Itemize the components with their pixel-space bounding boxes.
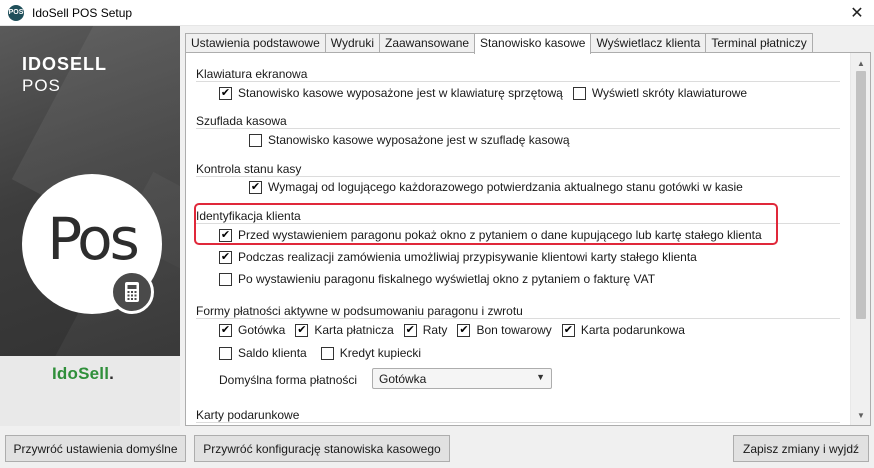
- scrollbar-thumb[interactable]: [856, 71, 866, 319]
- restore-defaults-button[interactable]: Przywróć ustawienia domyślne: [5, 435, 186, 462]
- section-title-client-identification: Identyfikacja klienta: [196, 209, 301, 223]
- section-divider: [196, 128, 840, 129]
- checkbox-label: Kredyt kupiecki: [339, 346, 422, 360]
- checkbox-label: Raty: [422, 323, 448, 337]
- default-payment-label: Domyślna forma płatności: [219, 373, 358, 387]
- chevron-down-icon: ▼: [536, 372, 545, 382]
- checkbox-label: Po wystawieniu paragonu fiskalnego wyświ…: [238, 272, 656, 286]
- checkbox-label: Wymagaj od logującego każdorazowego potw…: [268, 180, 743, 194]
- tab-ustawienia-podstawowe[interactable]: Ustawienia podstawowe: [185, 33, 326, 53]
- checkbox-label: Podczas realizacji zamówienia umożliwiaj…: [238, 250, 697, 264]
- title-bar: POS IdoSell POS Setup ✕: [0, 0, 874, 26]
- checkbox-hardware-keyboard[interactable]: ✔: [219, 86, 232, 100]
- checkbox-gift-card[interactable]: ✔: [561, 323, 575, 337]
- section-title-keyboard: Klawiatura ekranowa: [196, 67, 308, 81]
- checkbox-assign-card[interactable]: ✔: [219, 250, 232, 264]
- section-title-payment-forms: Formy płatności aktywne w podsumowaniu p…: [196, 304, 523, 318]
- scroll-down-icon[interactable]: ▼: [851, 407, 871, 423]
- checkbox-installments[interactable]: ✔: [403, 323, 417, 337]
- brand-subtitle: POS: [22, 76, 61, 95]
- checkbox-client-balance[interactable]: [219, 346, 232, 360]
- section-title-cash-control: Kontrola stanu kasy: [196, 162, 302, 176]
- checkbox-payment-card[interactable]: ✔: [295, 323, 309, 337]
- checkbox-row-assign-card[interactable]: ✔ Podczas realizacji zamówienia umożliwi…: [219, 250, 707, 264]
- checkbox-row-hardware-keyboard[interactable]: ✔ Stanowisko kasowe wyposażone jest w kl…: [219, 86, 757, 100]
- section-title-drawer: Szuflada kasowa: [196, 114, 287, 128]
- receipt-icon: [110, 270, 154, 314]
- checkbox-label: Karta podarunkowa: [580, 323, 685, 337]
- checkbox-label: Stanowisko kasowe wyposażone jest w klaw…: [238, 86, 563, 100]
- checkbox-label: Wyświetl skróty klawiaturowe: [591, 86, 748, 100]
- checkbox-merchant-credit[interactable]: [320, 346, 334, 360]
- vertical-scrollbar[interactable]: ▲ ▼: [850, 53, 870, 425]
- checkbox-row-cash-drawer[interactable]: Stanowisko kasowe wyposażone jest w szuf…: [249, 133, 580, 147]
- checkbox-cash[interactable]: ✔: [219, 323, 232, 337]
- tab-content-pane: Klawiatura ekranowa ✔ Stanowisko kasowe …: [185, 52, 871, 426]
- checkbox-row-ask-buyer[interactable]: ✔ Przed wystawieniem paragonu pokaż okno…: [219, 228, 772, 242]
- checkbox-row-confirm-cash[interactable]: ✔ Wymagaj od logującego każdorazowego po…: [249, 180, 753, 194]
- restore-station-config-button[interactable]: Przywróć konfigurację stanowiska kasoweg…: [194, 435, 450, 462]
- checkbox-confirm-cash[interactable]: ✔: [249, 180, 262, 194]
- tab-terminal-platniczy[interactable]: Terminal płatniczy: [705, 33, 813, 53]
- payment-forms-row-2: Saldo klienta Kredyt kupiecki: [219, 346, 431, 360]
- app-icon: POS: [8, 4, 24, 21]
- select-value: Gotówka: [379, 371, 427, 386]
- idosell-logo: IdoSell.: [52, 364, 114, 384]
- checkbox-label: Stanowisko kasowe wyposażone jest w szuf…: [268, 133, 570, 147]
- tab-wydruki[interactable]: Wydruki: [324, 33, 380, 53]
- idosell-logo-text: IdoSell: [52, 364, 110, 383]
- tab-strip: Ustawienia podstawowe Wydruki Zaawansowa…: [185, 33, 813, 54]
- section-title-gift-cards: Karty podarunkowe: [196, 408, 300, 422]
- checkbox-label: Karta płatnicza: [314, 323, 394, 337]
- checkbox-cash-drawer[interactable]: [249, 133, 262, 147]
- settings-scroll-area: Klawiatura ekranowa ✔ Stanowisko kasowe …: [186, 53, 850, 425]
- section-divider: [196, 176, 840, 177]
- section-divider: [196, 318, 840, 319]
- scroll-up-icon[interactable]: ▲: [851, 55, 871, 71]
- checkbox-label: Gotówka: [238, 323, 286, 337]
- tab-wyswietlacz-klienta[interactable]: Wyświetlacz klienta: [590, 33, 707, 53]
- pos-logo-text: Pos: [47, 205, 140, 273]
- checkbox-label: Bon towarowy: [476, 323, 552, 337]
- close-icon: ✕: [850, 5, 864, 22]
- checkbox-ask-buyer[interactable]: ✔: [219, 228, 232, 242]
- checkbox-ask-invoice[interactable]: [219, 272, 232, 286]
- tab-stanowisko-kasowe[interactable]: Stanowisko kasowe: [474, 33, 592, 54]
- default-payment-select[interactable]: Gotówka ▼: [372, 368, 552, 389]
- close-button[interactable]: ✕: [840, 0, 874, 26]
- section-divider: [196, 81, 840, 82]
- brand-name: IDOSELL: [22, 54, 108, 74]
- save-and-exit-button[interactable]: Zapisz zmiany i wyjdź: [733, 435, 869, 462]
- idosell-logo-dot: .: [109, 364, 115, 383]
- checkbox-voucher[interactable]: ✔: [457, 323, 471, 337]
- checkbox-label: Przed wystawieniem paragonu pokaż okno z…: [238, 228, 762, 242]
- section-divider: [196, 422, 840, 423]
- window-title: IdoSell POS Setup: [32, 5, 133, 20]
- payment-forms-row-1: ✔ Gotówka ✔ Karta płatnicza ✔ Raty ✔ Bon…: [219, 323, 695, 337]
- checkbox-label: Saldo klienta: [238, 346, 307, 360]
- tab-zaawansowane[interactable]: Zaawansowane: [378, 33, 476, 53]
- checkbox-row-ask-invoice[interactable]: Po wystawieniu paragonu fiskalnego wyświ…: [219, 272, 665, 286]
- section-divider: [196, 223, 840, 224]
- checkbox-keyboard-shortcuts[interactable]: [572, 86, 586, 100]
- default-payment-row: Domyślna forma płatności: [219, 373, 367, 387]
